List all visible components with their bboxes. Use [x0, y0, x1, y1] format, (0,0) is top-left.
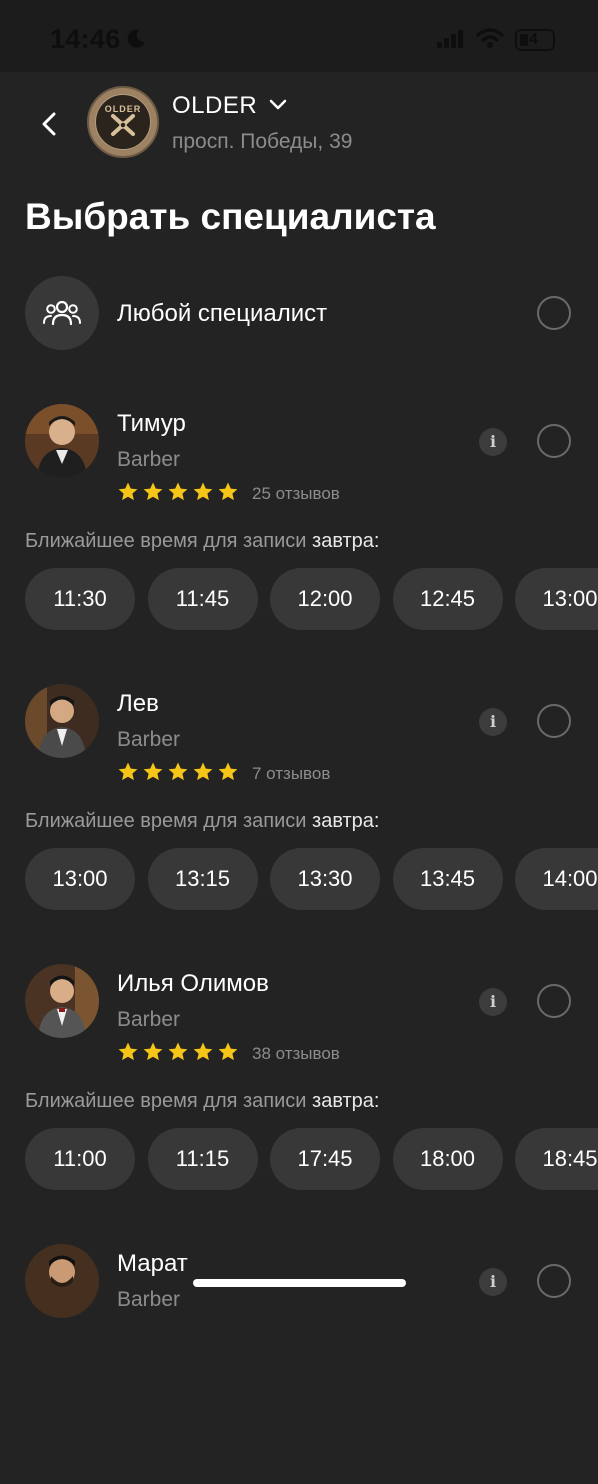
time-slot-button[interactable]: 18:45	[515, 1128, 598, 1190]
specialist-role: Barber	[117, 1008, 181, 1031]
reviews-count[interactable]: 25 отзывов	[252, 484, 340, 504]
nearest-time-label: Ближайшее время для записи завтра:	[25, 530, 380, 552]
star-icon	[218, 1042, 238, 1061]
time-slot-button[interactable]: 14:00	[515, 848, 598, 910]
star-icon	[218, 482, 238, 501]
specialist-radio[interactable]	[537, 424, 571, 458]
time-slot-button[interactable]: 17:45	[270, 1128, 380, 1190]
specialist-avatar	[25, 404, 99, 478]
wifi-icon	[476, 28, 504, 48]
time-slot-button[interactable]: 13:15	[147, 848, 258, 910]
any-specialist-row[interactable]: Любой специалист	[0, 276, 598, 352]
any-specialist-label: Любой специалист	[117, 300, 328, 327]
specialist-name: Лев	[117, 690, 159, 717]
chevron-down-icon[interactable]	[268, 98, 288, 112]
time-slot-button[interactable]: 11:00	[25, 1128, 135, 1190]
moon-icon	[127, 29, 145, 48]
star-icon	[193, 482, 213, 501]
time-slot-button[interactable]: 11:45	[147, 568, 258, 630]
specialist-name: Марат	[117, 1250, 188, 1277]
battery-icon: 4	[515, 29, 555, 51]
specialist-name: Тимур	[117, 410, 186, 437]
star-icon	[193, 1042, 213, 1061]
status-bar: 14:46 4	[0, 0, 598, 72]
specialist-role: Barber	[117, 1288, 181, 1311]
home-indicator	[193, 1279, 406, 1287]
specialist-card-lev[interactable]: Лев Barber 7 отзывов i Ближайшее время д…	[0, 684, 598, 924]
star-icon	[218, 762, 238, 781]
specialist-radio[interactable]	[537, 984, 571, 1018]
time-slot-button[interactable]: 11:30	[25, 568, 135, 630]
specialist-card-ilya[interactable]: Илья Олимов Barber 38 отзывов i Ближайше…	[0, 964, 598, 1204]
specialist-radio[interactable]	[537, 704, 571, 738]
header: OLDER OLDER просп. Победы, 39	[0, 72, 598, 182]
scissors-razor-icon	[111, 114, 135, 136]
specialist-name: Илья Олимов	[117, 970, 269, 997]
star-icon	[168, 762, 188, 781]
info-icon[interactable]: i	[479, 428, 507, 456]
info-icon[interactable]: i	[479, 988, 507, 1016]
rating-stars	[117, 761, 239, 785]
reviews-count[interactable]: 38 отзывов	[252, 1044, 340, 1064]
info-icon[interactable]: i	[479, 708, 507, 736]
salon-logo: OLDER	[87, 86, 159, 158]
status-time: 14:46	[50, 24, 121, 54]
specialist-avatar	[25, 964, 99, 1038]
specialist-avatar	[25, 1244, 99, 1318]
page-title: Выбрать специалиста	[25, 196, 436, 237]
time-slots: 11:30 11:45 12:00 12:45 13:00	[25, 568, 598, 630]
time-slot-button[interactable]: 13:30	[270, 848, 380, 910]
specialist-radio[interactable]	[537, 1264, 571, 1298]
specialist-role: Barber	[117, 448, 181, 471]
time-slot-button[interactable]: 13:45	[392, 848, 503, 910]
star-icon	[168, 482, 188, 501]
rating-stars	[117, 481, 239, 505]
time-slot-button[interactable]: 18:00	[392, 1128, 503, 1190]
star-icon	[143, 1042, 163, 1061]
star-icon	[193, 762, 213, 781]
time-slot-button[interactable]: 12:45	[392, 568, 503, 630]
time-slot-button[interactable]: 12:00	[270, 568, 380, 630]
star-icon	[143, 762, 163, 781]
star-icon	[118, 1042, 138, 1061]
rating-stars	[117, 1041, 239, 1065]
star-icon	[143, 482, 163, 501]
star-icon	[118, 482, 138, 501]
time-slots: 13:00 13:15 13:30 13:45 14:00	[25, 848, 598, 910]
signal-icon	[437, 30, 463, 48]
specialist-role: Barber	[117, 728, 181, 751]
salon-address: просп. Победы, 39	[172, 130, 353, 153]
time-slot-button[interactable]: 13:00	[25, 848, 135, 910]
any-specialist-avatar	[25, 276, 99, 350]
salon-name[interactable]: OLDER	[172, 92, 257, 120]
reviews-count[interactable]: 7 отзывов	[252, 764, 330, 784]
specialist-avatar	[25, 684, 99, 758]
time-slot-button[interactable]: 11:15	[147, 1128, 258, 1190]
people-icon	[43, 300, 81, 326]
nearest-time-label: Ближайшее время для записи завтра:	[25, 1090, 380, 1112]
info-icon[interactable]: i	[479, 1268, 507, 1296]
back-button[interactable]	[30, 104, 70, 144]
battery-level: 4	[529, 31, 538, 48]
nearest-time-label: Ближайшее время для записи завтра:	[25, 810, 380, 832]
star-icon	[168, 1042, 188, 1061]
any-specialist-radio[interactable]	[537, 296, 571, 330]
time-slot-button[interactable]: 13:00	[515, 568, 598, 630]
time-slots: 11:00 11:15 17:45 18:00 18:45	[25, 1128, 598, 1190]
specialist-card-timur[interactable]: Тимур Barber 25 отзывов i Ближайшее врем…	[0, 404, 598, 644]
star-icon	[118, 762, 138, 781]
